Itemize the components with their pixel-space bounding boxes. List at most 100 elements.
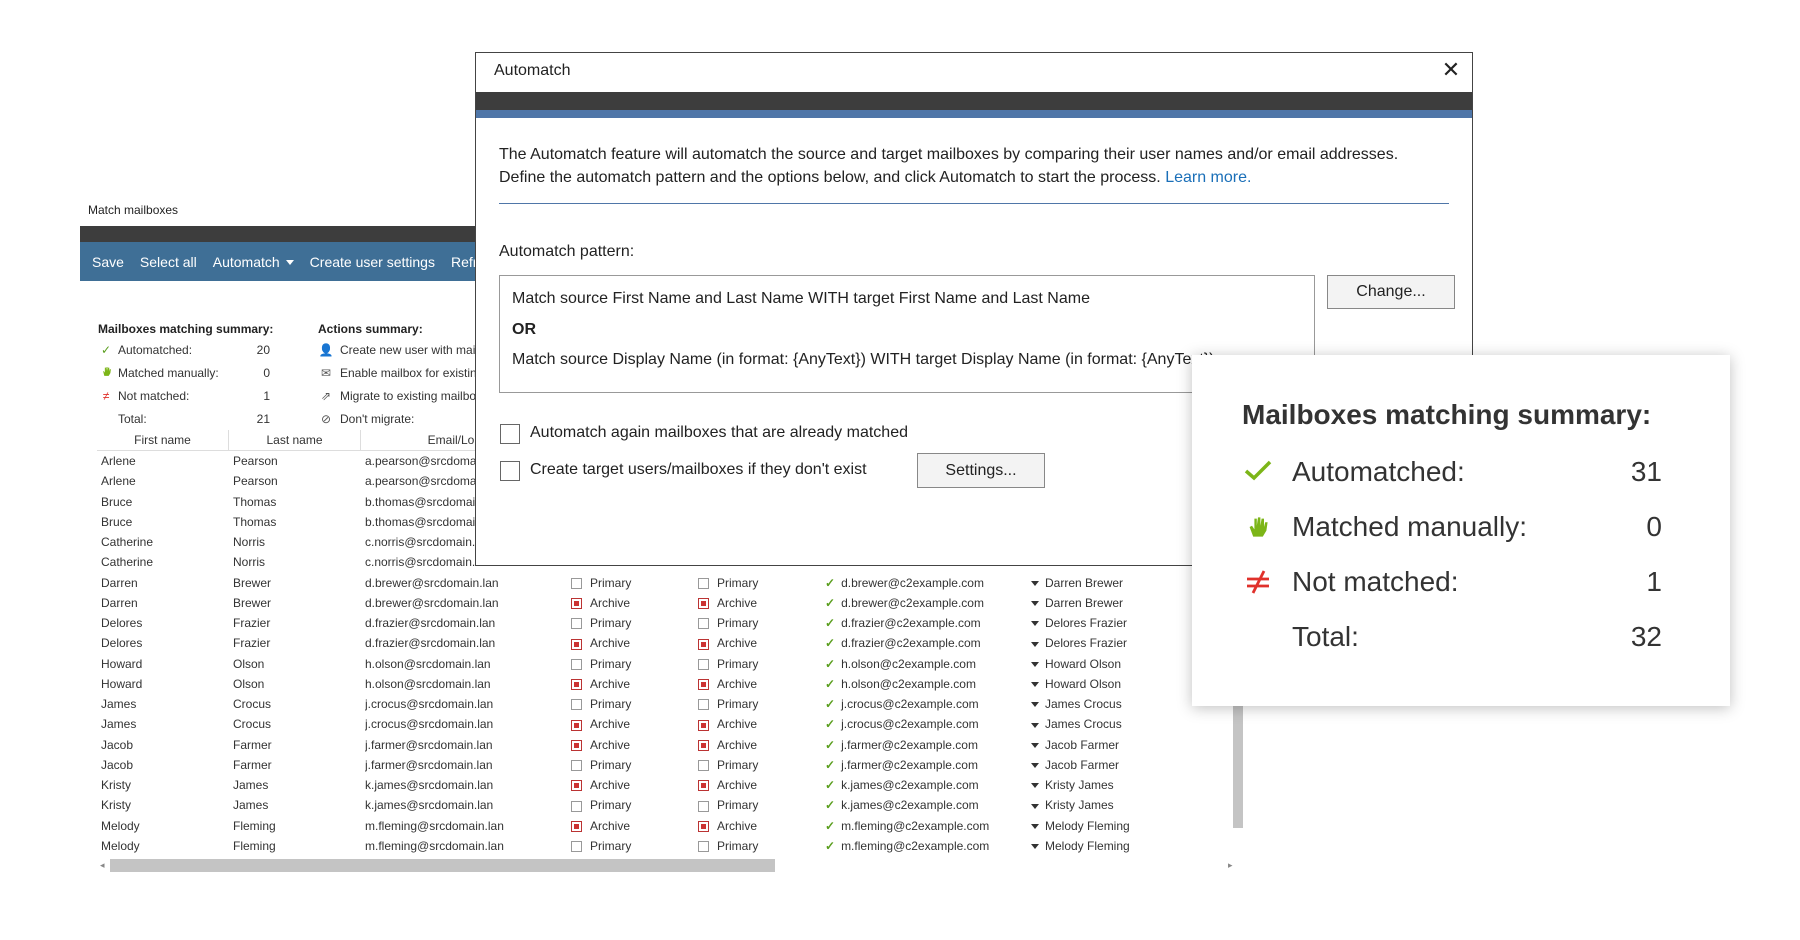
chevron-down-icon[interactable] [1031,816,1043,836]
chevron-down-icon[interactable] [1031,836,1043,854]
card-row-value: 32 [1630,621,1662,652]
cell-first-name: Darren [101,595,138,610]
mailbox-type-label: Archive [590,676,631,691]
table-row[interactable]: Darren Brewer d.brewer@srcdomain.lan Archiv… [97,593,1234,613]
mailbox-type-label: Archive [717,717,758,732]
cell-source-mailbox-type: Primary [571,836,691,854]
check-icon: ✓ [825,818,836,833]
check-icon: ✓ [825,737,836,752]
dropdown-arrow [1031,823,1039,829]
dropdown-arrow [1031,803,1039,809]
scroll-right-icon[interactable]: ▸ [1228,860,1233,871]
chevron-down-icon[interactable] [1031,755,1043,775]
cell-target-mailbox-type: Primary [698,836,818,854]
cell-target-email: ✓ j.crocus@c2example.com [825,694,1025,714]
cell-last-name: Thomas [233,514,277,529]
cell-first-name: Jacob [101,757,134,772]
automatch-menu-button[interactable]: Automatch [205,254,302,270]
column-header-last-name[interactable]: Last name [229,430,361,450]
chevron-down-icon[interactable] [1031,613,1043,633]
table-row[interactable]: Delores Frazier d.frazier@srcdomain.lan Arc… [97,633,1234,653]
card-row-label: Matched manually: [1292,511,1528,542]
dialog-description: The Automatch feature will automatch the… [499,143,1439,189]
table-row[interactable]: Melody Fleming m.fleming@srcdomain.lan Prim… [97,836,1234,854]
mailbox-type-label: Primary [717,757,759,772]
action-row: 👤 Create new user with mail [318,340,479,360]
learn-more-link[interactable]: Learn more. [1165,169,1251,186]
table-row[interactable]: James Crocus j.crocus@srcdomain.lan Archive… [97,714,1234,734]
check-icon: ✓ [825,616,836,630]
cell-target-mailbox-type: Primary [698,613,818,633]
mailbox-icon [571,658,582,670]
target-email-label: j.crocus@c2example.com [841,697,979,711]
cell-target-mailbox-type: Archive [698,816,818,836]
automatch-again-checkbox[interactable] [500,424,520,444]
save-button[interactable]: Save [80,254,132,270]
create-target-checkbox[interactable] [500,461,520,481]
cell-first-name: Darren [101,575,138,590]
cell-first-name: Melody [101,818,140,833]
action-label: Enable mailbox for existing [340,366,484,380]
table-row[interactable]: Jacob Farmer j.farmer@srcdomain.lan Archive… [97,735,1234,755]
cell-target-mailbox-type: Archive [698,775,818,795]
mailbox-type-label: Archive [717,818,758,833]
cell-target-email: ✓ d.frazier@c2example.com [825,613,1025,633]
action-row: ⊘ Don't migrate: [318,409,414,429]
cell-last-name: Crocus [233,697,272,711]
chevron-down-icon[interactable] [1031,735,1043,755]
chevron-down-icon[interactable] [1031,694,1043,714]
table-row[interactable]: Jacob Farmer j.farmer@srcdomain.lan Primary… [97,755,1234,775]
dropdown-arrow [1031,742,1039,748]
mailbox-type-label: Archive [717,636,758,651]
close-icon[interactable]: ✕ [1438,57,1464,83]
table-row[interactable]: Howard Olson h.olson@srcdomain.lan Archive A… [97,674,1234,694]
chevron-down-icon[interactable] [1031,593,1043,613]
target-email-label: d.brewer@c2example.com [841,595,984,610]
chevron-down-icon[interactable] [1031,633,1043,653]
cell-target-name: Howard Olson [1045,676,1122,691]
mailbox-icon [571,800,582,812]
mailbox-icon [571,760,582,772]
chevron-down-icon[interactable] [1031,674,1043,694]
mailbox-type-label: Primary [717,838,759,853]
change-button[interactable]: Change... [1327,275,1455,309]
cell-source-mailbox-type: Archive [571,816,691,836]
cell-target-name: James Crocus [1045,697,1122,711]
create-target-label[interactable]: Create target users/mailboxes if they do… [530,461,867,479]
table-row[interactable]: Howard Olson h.olson@srcdomain.lan Primary P… [97,654,1234,674]
mailbox-type-label: Primary [590,616,632,630]
card-row-not-matched: Not matched: 1 [1242,562,1662,602]
mailbox-type-label: Archive [590,595,631,610]
mailbox-type-label: Primary [717,656,759,671]
horizontal-scrollbar[interactable] [110,859,775,872]
select-all-button[interactable]: Select all [132,254,205,270]
chevron-down-icon[interactable] [1031,714,1043,734]
archive-icon [571,598,582,610]
target-email-label: k.james@c2example.com [841,798,979,813]
mailbox-type-label: Archive [717,676,758,691]
settings-button[interactable]: Settings... [917,453,1045,488]
cell-email: j.farmer@srcdomain.lan [365,757,493,772]
mailbox-type-label: Primary [590,575,632,590]
pattern-label: Automatch pattern: [499,243,635,260]
pattern-line-1: Match source First Name and Last Name WI… [512,290,1090,307]
create-user-settings-button[interactable]: Create user settings [302,254,443,270]
cell-email: k.james@srcdomain.lan [365,798,494,813]
check-icon: ✓ [825,656,836,671]
scroll-left-icon[interactable]: ◂ [100,860,105,871]
automatch-again-label[interactable]: Automatch again mailboxes that are alrea… [530,424,908,442]
table-row[interactable]: James Crocus j.crocus@srcdomain.lan Primary… [97,694,1234,714]
cell-source-mailbox-type: Primary [571,654,691,674]
chevron-down-icon[interactable] [1031,795,1043,815]
chevron-down-icon[interactable] [1031,573,1043,593]
table-row[interactable]: Darren Brewer d.brewer@srcdomain.lan Primar… [97,573,1234,593]
table-row[interactable]: Melody Fleming m.fleming@srcdomain.lan Arch… [97,816,1234,836]
chevron-down-icon[interactable] [1031,654,1043,674]
chevron-down-icon[interactable] [1031,775,1043,795]
table-row[interactable]: Kristy James k.james@srcdomain.lan Primary P… [97,795,1234,815]
cell-first-name: Bruce [101,514,133,529]
table-row[interactable]: Delores Frazier d.frazier@srcdomain.lan Pri… [97,613,1234,633]
table-row[interactable]: Kristy James k.james@srcdomain.lan Archive A… [97,775,1234,795]
dropdown-arrow [1031,641,1039,647]
column-header-first-name[interactable]: First name [97,430,229,450]
